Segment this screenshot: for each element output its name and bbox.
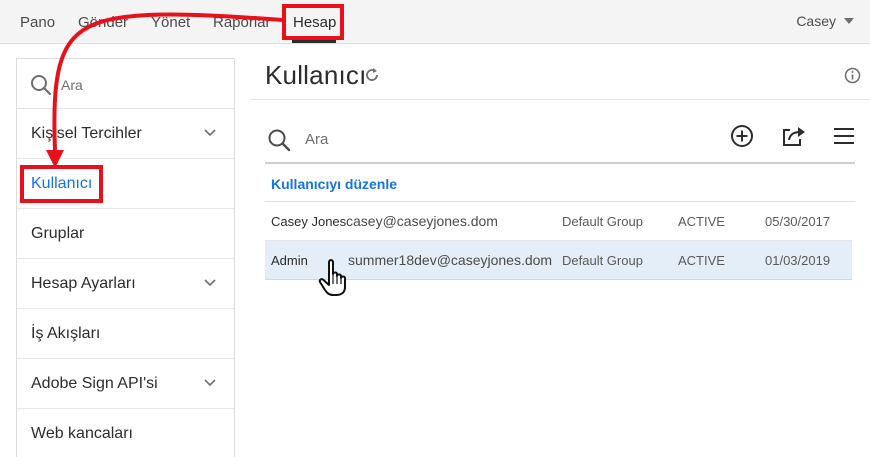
nav-raporlar[interactable]: Raporlar [213,14,271,31]
sidebar: Ara Kişisel Tercihler Kullanıcı Gruplar … [16,58,235,457]
user-date: 01/03/2019 [765,253,831,268]
sidebar-item-label: Gruplar [31,225,85,242]
add-circle-icon[interactable] [730,124,754,148]
user-search-input[interactable]: Ara [305,131,328,148]
search-icon [31,75,52,96]
user-status: ACTIVE [678,214,725,229]
info-icon[interactable] [844,67,861,84]
user-email: casey@caseyjones.dom [346,213,498,229]
user-group: Default Group [562,214,643,229]
sidebar-search[interactable]: Ara [17,59,234,109]
chevron-down-icon[interactable] [204,379,216,387]
highlight-box [282,4,344,40]
divider [250,99,870,100]
table-row[interactable]: Casey Jones casey@caseyjones.dom Default… [265,202,852,241]
nav-yonet[interactable]: Yönet [151,14,190,31]
edit-user-link[interactable]: Kullanıcıyı düzenle [271,176,397,192]
sidebar-item-label: İş Akışları [31,325,101,342]
page-title: Kullanıcı [265,60,367,90]
user-group: Default Group [562,253,643,268]
sidebar-item-web-kancalari[interactable]: Web kancaları [17,409,234,457]
user-date: 05/30/2017 [765,214,831,229]
chevron-down-icon[interactable] [204,279,216,287]
user-name: Casey [796,13,836,29]
nav-gonder[interactable]: Gönder [78,14,128,31]
user-name: Casey Jones [271,214,347,229]
share-icon[interactable] [781,124,807,148]
sidebar-item-adobe-sign-api[interactable]: Adobe Sign API'si [17,359,234,409]
nav-pano[interactable]: Pano [20,14,55,31]
sidebar-item-kisisel-tercihler[interactable]: Kişisel Tercihler [17,109,234,159]
user-status: ACTIVE [678,253,725,268]
top-nav: Pano Gönder Yönet Raporlar Hesap Casey [0,0,870,44]
highlight-box [20,165,103,203]
sidebar-item-is-akislari[interactable]: İş Akışları [17,309,234,359]
hamburger-menu-icon[interactable] [833,127,855,145]
sidebar-item-label: Web kancaları [31,425,133,442]
pointer-hand-icon [318,259,346,296]
chevron-down-icon[interactable] [204,129,216,137]
user-email: summer18dev@caseyjones.dom [348,252,553,268]
sidebar-search-input[interactable]: Ara [61,77,83,93]
table-row[interactable]: Admin summer18dev@caseyjones.dom Default… [265,241,852,280]
caret-down-icon [844,18,854,24]
refresh-icon[interactable] [364,67,380,83]
active-tab-indicator [292,40,336,43]
sidebar-item-gruplar[interactable]: Gruplar [17,209,234,259]
search-icon[interactable] [267,128,291,152]
sidebar-item-label: Adobe Sign API'si [31,375,158,392]
sidebar-item-label: Kişisel Tercihler [31,125,142,142]
user-name: Admin [271,253,308,268]
users-toolbar: Ara [265,118,855,164]
sidebar-item-hesap-ayarlari[interactable]: Hesap Ayarları [17,259,234,309]
user-menu[interactable]: Casey [796,13,854,29]
sidebar-item-kullanici[interactable]: Kullanıcı [17,159,234,209]
sidebar-item-label: Hesap Ayarları [31,275,136,292]
